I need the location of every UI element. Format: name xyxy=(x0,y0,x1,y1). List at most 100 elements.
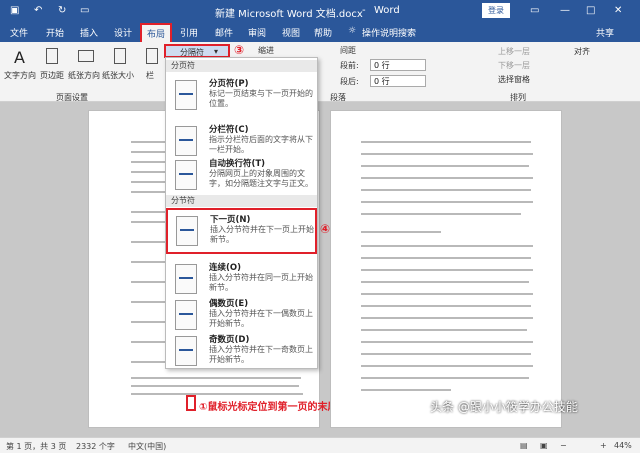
chevron-down-icon: ▾ xyxy=(214,47,219,56)
text-line xyxy=(131,393,303,395)
bring-forward-button[interactable]: 上移一层 xyxy=(498,46,530,57)
ribbon-layout: A 文字方向 页边距 纸张方向 纸张大小 栏 页面设置 分隔符 ▾ ③ 缩进 间… xyxy=(0,42,640,102)
open-icon[interactable]: ▭ xyxy=(80,5,89,16)
columns-icon xyxy=(146,48,158,64)
page-count[interactable]: 第 1 页，共 3 页 xyxy=(6,441,66,452)
text-line xyxy=(361,269,533,271)
status-bar: 第 1 页，共 3 页 2332 个字 中文(中国) ▤ ▣ − + 44% xyxy=(0,437,640,453)
next-page-icon xyxy=(176,216,198,246)
annotation-4: ④ xyxy=(320,222,331,236)
share-button[interactable]: 共享 xyxy=(596,26,614,39)
login-button[interactable]: 登录 xyxy=(482,3,510,18)
tab-review[interactable]: 审阅 xyxy=(248,26,266,39)
menu-item-name: 奇数页(D) xyxy=(209,335,250,345)
watermark: 头条 @跟小小筱学办公技能 xyxy=(430,400,578,414)
menu-item-odd-page[interactable]: 奇数页(D) 插入分节符并在下一奇数页上开始新节。 xyxy=(167,330,316,376)
breaks-dropdown-menu: 分页符 分页符(P) 标记一页结束与下一页开始的位置。 分栏符(C) 指示分栏符… xyxy=(165,57,330,369)
tab-mailings[interactable]: 邮件 xyxy=(215,26,233,39)
tab-help[interactable]: 帮助 xyxy=(314,26,332,39)
zoom-out-icon[interactable]: − xyxy=(560,441,567,450)
orientation-button[interactable]: 纸张方向 xyxy=(68,70,100,81)
close-icon[interactable]: ✕ xyxy=(614,5,622,16)
text-line xyxy=(361,329,527,331)
text-line xyxy=(361,201,533,203)
menu-item-desc: 插入分节符并在下一奇数页上开始新节。 xyxy=(209,345,313,364)
language[interactable]: 中文(中国) xyxy=(128,441,166,452)
zoom-level[interactable]: 44% xyxy=(614,441,632,450)
text-line xyxy=(361,377,529,379)
text-line xyxy=(361,305,531,307)
text-line xyxy=(361,389,451,391)
margins-button[interactable]: 页边距 xyxy=(40,70,64,81)
read-mode-icon[interactable]: ▤ xyxy=(520,441,528,450)
menu-item-desc: 标记一页结束与下一页开始的位置。 xyxy=(209,89,313,108)
selection-pane-button[interactable]: 选择窗格 xyxy=(498,74,530,85)
text-direction-icon: A xyxy=(14,48,25,67)
tab-file[interactable]: 文件 xyxy=(10,26,28,39)
cursor-marker xyxy=(186,395,196,411)
tab-view[interactable]: 视图 xyxy=(282,26,300,39)
text-line xyxy=(131,377,301,379)
title-separator: - xyxy=(362,5,366,16)
size-icon xyxy=(114,48,126,64)
text-line xyxy=(361,153,533,155)
before-field[interactable]: 0 行 xyxy=(370,59,426,71)
word-count[interactable]: 2332 个字 xyxy=(76,441,115,452)
text-line xyxy=(361,213,521,215)
tab-insert[interactable]: 插入 xyxy=(80,26,98,39)
text-line xyxy=(361,189,531,191)
app-name: Word xyxy=(374,5,400,16)
maximize-icon[interactable]: □ xyxy=(586,5,595,16)
document-area[interactable]: ①鼠标光标定位到第一页的末尾 头条 @跟小小筱学办公技能 xyxy=(0,102,640,437)
text-line xyxy=(361,231,441,233)
redo-icon[interactable]: ↻ xyxy=(58,5,66,16)
text-direction-button[interactable]: 文字方向 xyxy=(4,70,36,81)
ribbon-display-icon[interactable]: ▭ xyxy=(530,5,539,16)
page-break-icon xyxy=(175,80,197,110)
margins-icon xyxy=(46,48,58,64)
menu-item-desc: 插入分节符并在下一页上开始新节。 xyxy=(210,225,314,244)
column-break-icon xyxy=(175,126,197,156)
text-line xyxy=(361,317,533,319)
indent-label: 缩进 xyxy=(258,46,274,55)
tab-references[interactable]: 引用 xyxy=(180,26,198,39)
annotation-1: ①鼠标光标定位到第一页的末尾 xyxy=(199,402,338,413)
text-line xyxy=(361,177,533,179)
tab-design[interactable]: 设计 xyxy=(114,26,132,39)
text-line xyxy=(361,341,533,343)
print-layout-icon[interactable]: ▣ xyxy=(540,441,548,450)
continuous-icon xyxy=(175,264,197,294)
document-title: 新建 Microsoft Word 文档.docx xyxy=(215,9,363,20)
tell-me-search[interactable]: 操作说明搜索 xyxy=(362,26,416,39)
text-line xyxy=(361,293,533,295)
minimize-icon[interactable]: — xyxy=(560,5,570,16)
section-header-page-breaks: 分页符 xyxy=(166,60,317,72)
tab-home[interactable]: 开始 xyxy=(46,26,64,39)
page-2[interactable] xyxy=(330,110,562,428)
menu-item-desc: 分隔网页上的对象周围的文字，如分隔题注文字与正文。 xyxy=(209,169,313,188)
text-line xyxy=(131,385,299,387)
text-line xyxy=(361,165,529,167)
menu-item-text-wrapping[interactable]: 自动换行符(T) 分隔网页上的对象周围的文字，如分隔题注文字与正文。 xyxy=(167,154,316,200)
menu-item-page-break[interactable]: 分页符(P) 标记一页结束与下一页开始的位置。 xyxy=(167,74,316,120)
even-page-icon xyxy=(175,300,197,330)
send-backward-button[interactable]: 下移一层 xyxy=(498,60,530,71)
size-button[interactable]: 纸张大小 xyxy=(102,70,134,81)
save-icon[interactable]: ▣ xyxy=(10,5,19,16)
annotation-3: ③ xyxy=(234,43,245,57)
menu-item-name: 分栏符(C) xyxy=(209,125,249,135)
menu-item-name: 分页符(P) xyxy=(209,79,249,89)
menu-item-next-page[interactable]: 下一页(N) 插入分节符并在下一页上开始新节。 xyxy=(166,208,317,254)
menu-item-desc: 指示分栏符后面的文字将从下一栏开始。 xyxy=(209,135,313,154)
undo-icon[interactable]: ↶ xyxy=(34,5,42,16)
columns-button[interactable]: 栏 xyxy=(146,70,154,81)
menu-item-name: 连续(O) xyxy=(209,263,241,273)
zoom-in-icon[interactable]: + xyxy=(600,441,607,450)
breaks-button[interactable]: 分隔符 ▾ xyxy=(164,44,230,58)
text-wrapping-icon xyxy=(175,160,197,190)
title-bar: ▣ ↶ ↻ ▭ 新建 Microsoft Word 文档.docx - Word… xyxy=(0,0,640,22)
after-field[interactable]: 0 行 xyxy=(370,75,426,87)
tab-layout[interactable]: 布局 xyxy=(140,23,173,44)
lightbulb-icon: ☼ xyxy=(348,26,357,36)
align-button[interactable]: 对齐 xyxy=(574,46,590,57)
